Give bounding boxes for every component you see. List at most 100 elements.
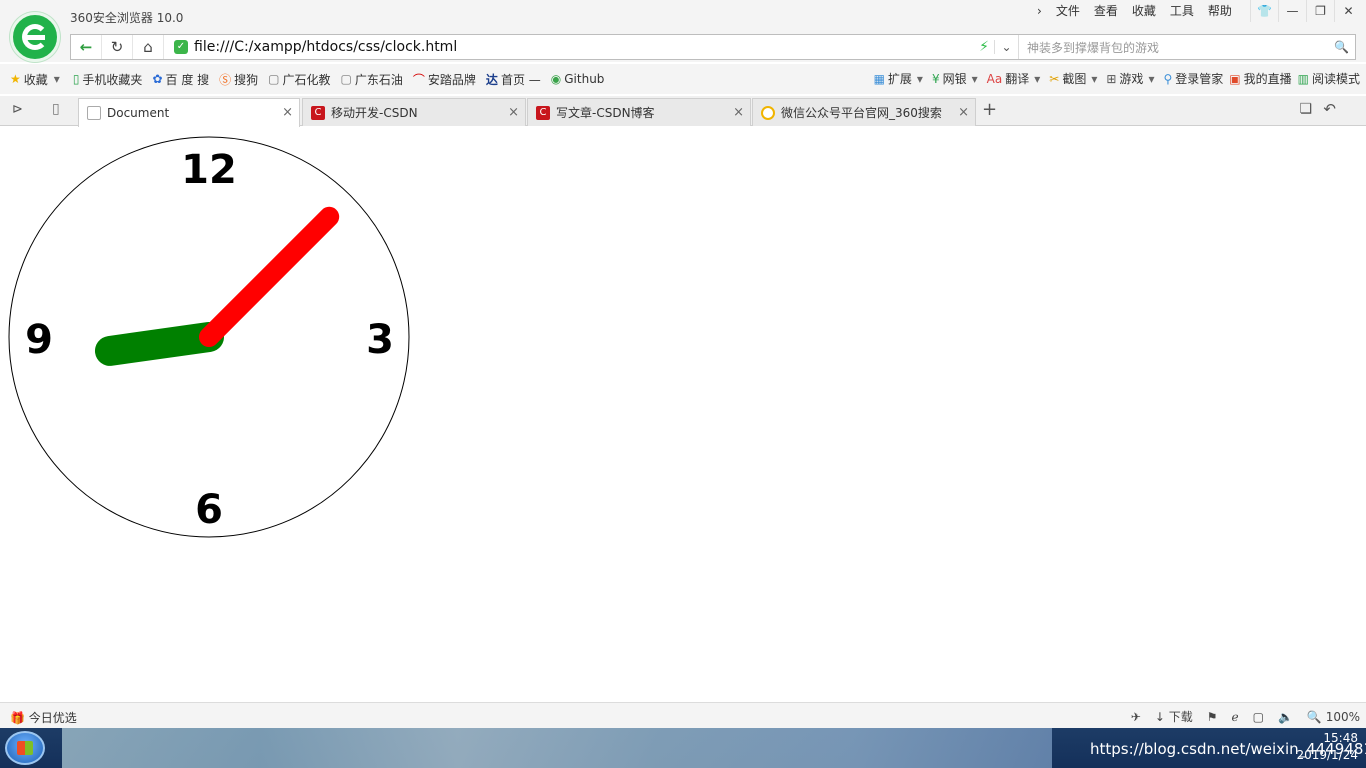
volume-icon[interactable]: 🔈 bbox=[1278, 710, 1293, 724]
skin-icon[interactable]: 👕 bbox=[1250, 0, 1278, 22]
bank-button[interactable]: ¥ 网银 ▾ bbox=[932, 70, 981, 87]
home-button[interactable]: ⌂ bbox=[133, 35, 164, 59]
login-manager-button[interactable]: ⚲ 登录管家 bbox=[1163, 70, 1223, 87]
ext-button[interactable]: ▦ 扩展 ▾ bbox=[874, 70, 926, 87]
close-button[interactable]: ✕ bbox=[1334, 0, 1362, 22]
phone-icon: ▯ bbox=[72, 72, 80, 86]
mobile-icon[interactable]: ▯ bbox=[52, 101, 60, 117]
tab-document[interactable]: Document × bbox=[78, 98, 300, 127]
app-title: 360安全浏览器 10.0 bbox=[70, 11, 184, 25]
tab-title: 写文章-CSDN博客 bbox=[556, 106, 655, 120]
hour-hand bbox=[94, 322, 224, 366]
pin-icon[interactable]: ✈ bbox=[1131, 710, 1141, 724]
key-icon: ⚲ bbox=[1163, 71, 1173, 86]
games-button[interactable]: ⊞ 游戏 ▾ bbox=[1106, 70, 1157, 87]
csdn-icon: C bbox=[311, 105, 325, 120]
toolbar-right: ▦ 扩展 ▾ ¥ 网银 ▾ Aa 翻译 ▾ ✂ 截图 ▾ ⊞ 游戏 ▾ ⚲ 登录管家 ▣ 我的直播 ▥ 阅… bbox=[868, 70, 1360, 87]
window-controls: 👕 — ❐ ✕ bbox=[1250, 0, 1362, 22]
search-icon[interactable]: 🔍 bbox=[1334, 40, 1349, 54]
bookmark-gdupt[interactable]: ▢ 广石化教 bbox=[268, 71, 330, 88]
clock-date: 2019/1/24 bbox=[1296, 748, 1358, 762]
menu-help[interactable]: 帮助 bbox=[1201, 3, 1239, 19]
top-menu: › 文件 查看 收藏 工具 帮助 bbox=[1030, 3, 1239, 19]
reader-mode-button[interactable]: ▥ 阅读模式 bbox=[1298, 70, 1360, 87]
numeral-9: 9 bbox=[25, 317, 53, 363]
start-button[interactable] bbox=[5, 731, 45, 765]
menu-tools[interactable]: 工具 bbox=[1163, 3, 1201, 19]
status-tools: ✈ ↓ 下载 ⚑ ℯ ▢ 🔈 🔍 100% bbox=[1131, 708, 1360, 725]
bookmark-favorites[interactable]: ★ 收藏 ▾ bbox=[10, 71, 63, 88]
bookmark-baidu[interactable]: ✿ 百 度 搜 bbox=[152, 71, 209, 88]
sogou-icon: Ⓢ bbox=[219, 72, 232, 87]
window-icon[interactable]: ▢ bbox=[1253, 710, 1264, 724]
menu-file[interactable]: 文件 bbox=[1049, 3, 1087, 19]
360-search-icon bbox=[761, 105, 775, 120]
tab-list-icon[interactable]: ❏ bbox=[1299, 101, 1312, 117]
numeral-12: 12 bbox=[181, 147, 237, 193]
paw-icon: ✿ bbox=[152, 72, 163, 86]
numeral-3: 3 bbox=[366, 317, 394, 363]
tab-csdn-mobile[interactable]: C 移动开发-CSDN × bbox=[302, 98, 526, 126]
page-icon: ▢ bbox=[340, 72, 352, 86]
search-placeholder: 神装多到撑爆背包的游戏 bbox=[1027, 40, 1160, 55]
refresh-button[interactable]: ↻ bbox=[102, 35, 133, 59]
bookmark-anta[interactable]: ⌒ 安踏品牌 bbox=[413, 71, 476, 88]
url-input[interactable]: file:///C:/xampp/htdocs/css/clock.html bbox=[194, 39, 974, 55]
taskbar-apps-blurred bbox=[62, 728, 1052, 768]
bookmark-gdpu[interactable]: ▢ 广东石油 bbox=[341, 71, 403, 88]
page-icon bbox=[87, 106, 101, 120]
menu-view[interactable]: 查看 bbox=[1087, 3, 1125, 19]
tab-360-search[interactable]: 微信公众号平台官网_360搜索 × bbox=[752, 98, 976, 126]
ie-icon[interactable]: ℯ bbox=[1232, 710, 1239, 724]
minimize-button[interactable]: — bbox=[1278, 0, 1306, 22]
close-icon[interactable]: × bbox=[508, 105, 519, 120]
screenshot-button[interactable]: ✂ 截图 ▾ bbox=[1049, 70, 1100, 87]
translate-button[interactable]: Aa 翻译 ▾ bbox=[987, 70, 1044, 87]
close-icon[interactable]: × bbox=[282, 105, 293, 120]
status-daily-picks[interactable]: 🎁 今日优选 bbox=[10, 709, 77, 726]
back-button[interactable]: ← bbox=[71, 35, 102, 59]
scissors-icon: ✂ bbox=[1049, 71, 1060, 86]
tab-title: Document bbox=[107, 106, 170, 120]
bookmark-github[interactable]: ◉ Github bbox=[551, 71, 605, 88]
status-bar: 🎁 今日优选 ✈ ↓ 下载 ⚑ ℯ ▢ 🔈 🔍 100% bbox=[0, 702, 1366, 728]
sidebar-toggle-icon[interactable]: ⊳ bbox=[12, 102, 23, 117]
url-dropdown-icon[interactable]: ⌄ bbox=[994, 40, 1018, 54]
live-button[interactable]: ▣ 我的直播 bbox=[1229, 70, 1291, 87]
navigation-bar: ← ↻ ⌂ ✓ file:///C:/xampp/htdocs/css/cloc… bbox=[0, 32, 1366, 62]
browser-logo-icon[interactable] bbox=[10, 12, 60, 62]
zoom-control[interactable]: 🔍 100% bbox=[1307, 710, 1360, 724]
download-button[interactable]: ↓ 下载 bbox=[1155, 708, 1193, 725]
bookmarks-left: ★ 收藏 ▾ ▯ 手机收藏夹 ✿ 百 度 搜 Ⓢ 搜狗 ▢ 广石化教 ▢ 广东石油 ⌒ 安踏品牌… bbox=[10, 71, 614, 88]
secure-shield-icon: ✓ bbox=[174, 40, 188, 54]
yen-icon: ¥ bbox=[931, 71, 940, 86]
lightning-icon[interactable]: ⚡ bbox=[974, 39, 994, 55]
bookmark-home[interactable]: 达首页 — bbox=[486, 71, 541, 88]
tab-csdn-write[interactable]: C 写文章-CSDN博客 × bbox=[527, 98, 751, 126]
tab-bar: ⊳ ▯ Document × C 移动开发-CSDN × C 写文章-CSDN博… bbox=[0, 96, 1366, 127]
star-icon: ★ bbox=[10, 72, 21, 86]
undo-close-icon[interactable]: ↶ bbox=[1323, 100, 1336, 118]
gift-icon: 🎁 bbox=[10, 711, 25, 725]
flag-icon[interactable]: ⚑ bbox=[1207, 710, 1218, 724]
bookmark-sogou[interactable]: Ⓢ 搜狗 bbox=[219, 71, 258, 88]
taskbar: https://blog.csdn.net/weixin_44494811 15… bbox=[0, 728, 1366, 768]
restore-button[interactable]: ❐ bbox=[1306, 0, 1334, 22]
windows-icon bbox=[17, 741, 33, 755]
bookmark-mobile[interactable]: ▯ 手机收藏夹 bbox=[73, 71, 143, 88]
system-tray-clock[interactable]: 15:48 2019/1/24 bbox=[1296, 730, 1358, 764]
menu-favorites[interactable]: 收藏 bbox=[1125, 3, 1163, 19]
close-icon[interactable]: × bbox=[958, 105, 969, 120]
page-content: 12 3 6 9 bbox=[0, 127, 1366, 700]
da-icon: 达 bbox=[485, 72, 498, 87]
github-icon: ◉ bbox=[550, 72, 562, 86]
address-bar: ← ↻ ⌂ ✓ file:///C:/xampp/htdocs/css/cloc… bbox=[70, 34, 1356, 60]
close-icon[interactable]: × bbox=[733, 105, 744, 120]
menu-arrow-icon[interactable]: › bbox=[1030, 3, 1049, 19]
new-tab-button[interactable]: + bbox=[982, 99, 997, 120]
numeral-6: 6 bbox=[195, 487, 223, 533]
chevron-down-icon[interactable]: ▾ bbox=[54, 72, 60, 86]
page-icon: ▢ bbox=[268, 72, 280, 86]
tv-icon: ▣ bbox=[1229, 71, 1241, 86]
search-input[interactable]: 神装多到撑爆背包的游戏 🔍 bbox=[1018, 35, 1355, 59]
